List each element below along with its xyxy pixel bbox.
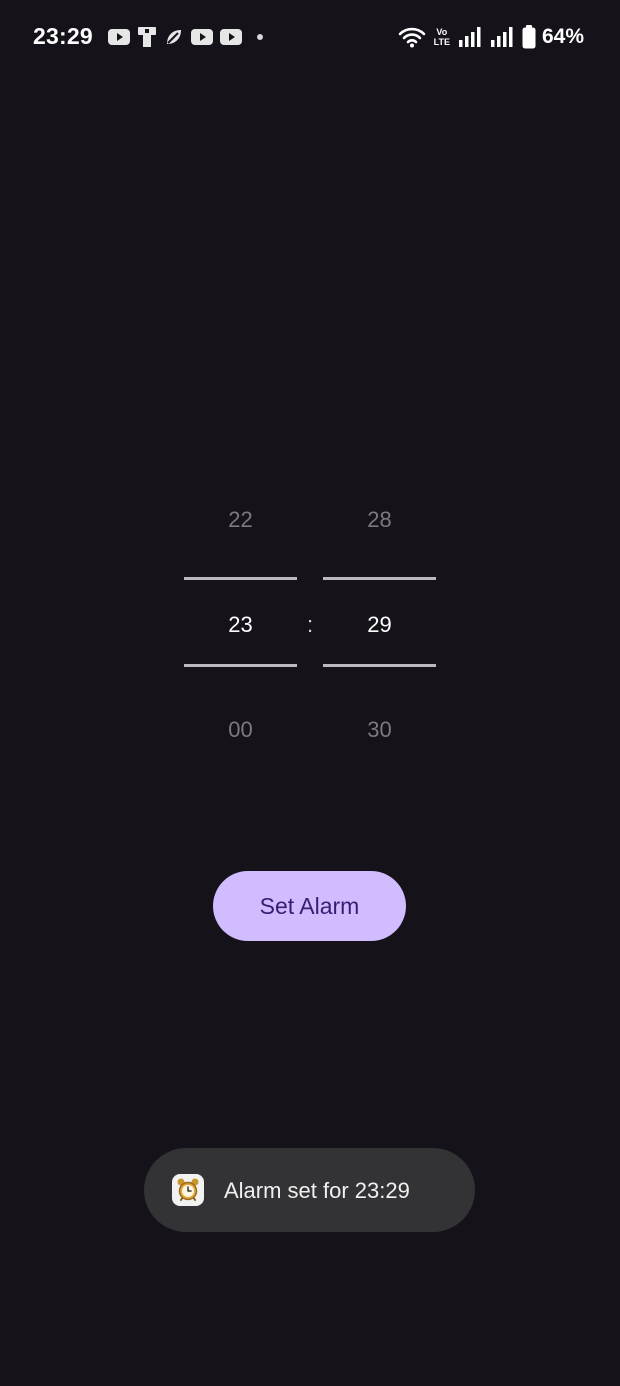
volte-bottom-label: LTE [433, 37, 450, 47]
minute-next[interactable]: 30 [323, 717, 436, 743]
youtube-icon [220, 28, 242, 46]
phone-app-icon [137, 26, 157, 48]
wifi-icon [398, 26, 426, 48]
hour-selected[interactable]: 23 [184, 612, 297, 638]
notification-icons [108, 26, 263, 48]
minute-selected[interactable]: 29 [323, 612, 436, 638]
hour-previous[interactable]: 22 [184, 507, 297, 533]
alarm-clock-icon [172, 1174, 204, 1206]
hour-divider-top [184, 577, 297, 580]
youtube-icon [108, 28, 130, 46]
leaf-app-icon [164, 27, 184, 47]
status-time: 23:29 [33, 23, 93, 49]
signal-icon [458, 26, 482, 48]
volte-top-label: Vo [436, 27, 448, 37]
toast: Alarm set for 23:29 [144, 1148, 475, 1232]
signal-icon [490, 26, 514, 48]
volte-icon: Vo LTE [434, 27, 450, 47]
status-bar: 23:29 Vo LTE 64% [0, 0, 620, 76]
battery-percent: 64% [541, 25, 584, 48]
minute-picker[interactable]: 28 29 30 [323, 490, 436, 760]
more-dot-icon [257, 34, 263, 40]
minute-previous[interactable]: 28 [323, 507, 436, 533]
hour-picker[interactable]: 22 23 00 [184, 490, 297, 760]
battery-icon [522, 25, 536, 49]
time-picker[interactable]: 22 23 00 : 28 29 30 [184, 490, 436, 760]
time-separator: : [306, 612, 314, 637]
youtube-icon [191, 28, 213, 46]
set-alarm-button[interactable]: Set Alarm [213, 871, 406, 941]
hour-divider-bottom [184, 664, 297, 667]
system-icons: Vo LTE 64% [398, 24, 584, 50]
toast-message: Alarm set for 23:29 [224, 1178, 410, 1203]
minute-divider-top [323, 577, 436, 580]
minute-divider-bottom [323, 664, 436, 667]
hour-next[interactable]: 00 [184, 717, 297, 743]
